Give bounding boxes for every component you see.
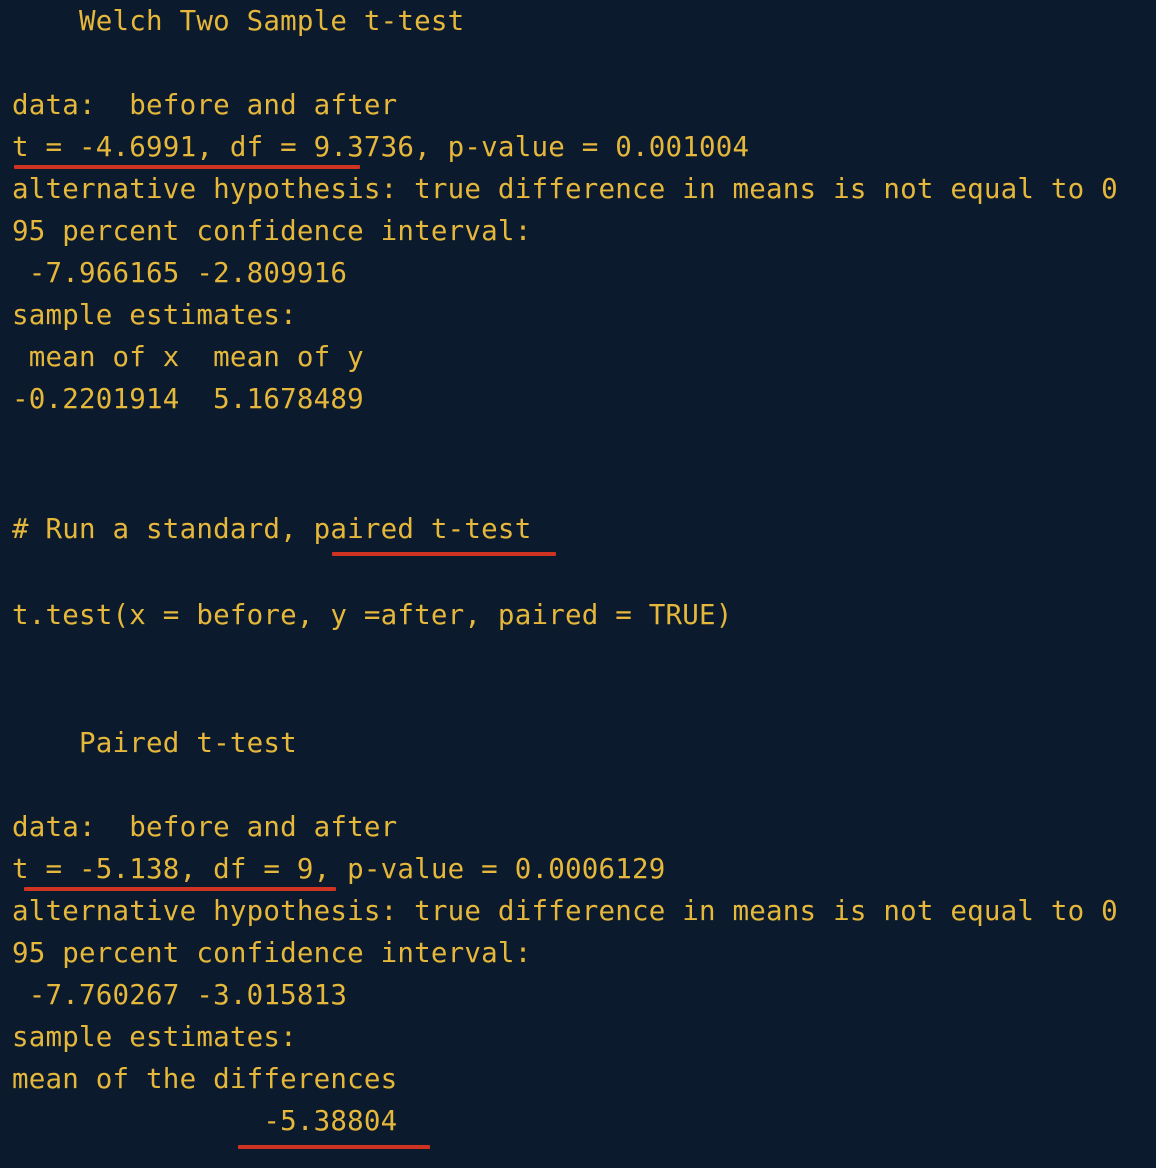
paired-ci-values: -7.760267 -3.015813 [12, 979, 348, 1011]
welch-data-line: data: before and after [12, 89, 398, 121]
paired-estimate-underline [238, 1145, 430, 1149]
paired-stats-underline [24, 887, 336, 891]
welch-stats-underline [14, 165, 360, 169]
welch-ci-values: -7.966165 -2.809916 [12, 257, 348, 289]
welch-ci-label: 95 percent confidence interval: [12, 215, 532, 247]
paired-estimates-values: -5.38804 [12, 1105, 398, 1137]
paired-estimates-header: mean of the differences [12, 1063, 398, 1095]
welch-estimates-label: sample estimates: [12, 299, 297, 331]
paired-ci-label: 95 percent confidence interval: [12, 937, 532, 969]
welch-estimates-header: mean of x mean of y [12, 341, 364, 373]
paired-data-line: data: before and after [12, 811, 398, 843]
welch-stats-line: t = -4.6991, df = 9.3736, p-value = 0.00… [12, 131, 750, 163]
paired-stats-line: t = -5.138, df = 9, p-value = 0.0006129 [12, 853, 666, 885]
paired-estimates-label: sample estimates: [12, 1021, 297, 1053]
paired-test-title: Paired t-test [12, 727, 297, 759]
r-console-output: Welch Two Sample t-test data: before and… [0, 0, 1156, 1168]
welch-estimates-values: -0.2201914 5.1678489 [12, 383, 364, 415]
welch-test-title: Welch Two Sample t-test [12, 5, 465, 37]
welch-alternative-line: alternative hypothesis: true difference … [12, 173, 1118, 205]
code-command: t.test(x = before, y =after, paired = TR… [12, 599, 733, 631]
code-comment: # Run a standard, paired t-test [12, 513, 532, 545]
paired-comment-underline [332, 552, 556, 556]
paired-alternative-line: alternative hypothesis: true difference … [12, 895, 1118, 927]
